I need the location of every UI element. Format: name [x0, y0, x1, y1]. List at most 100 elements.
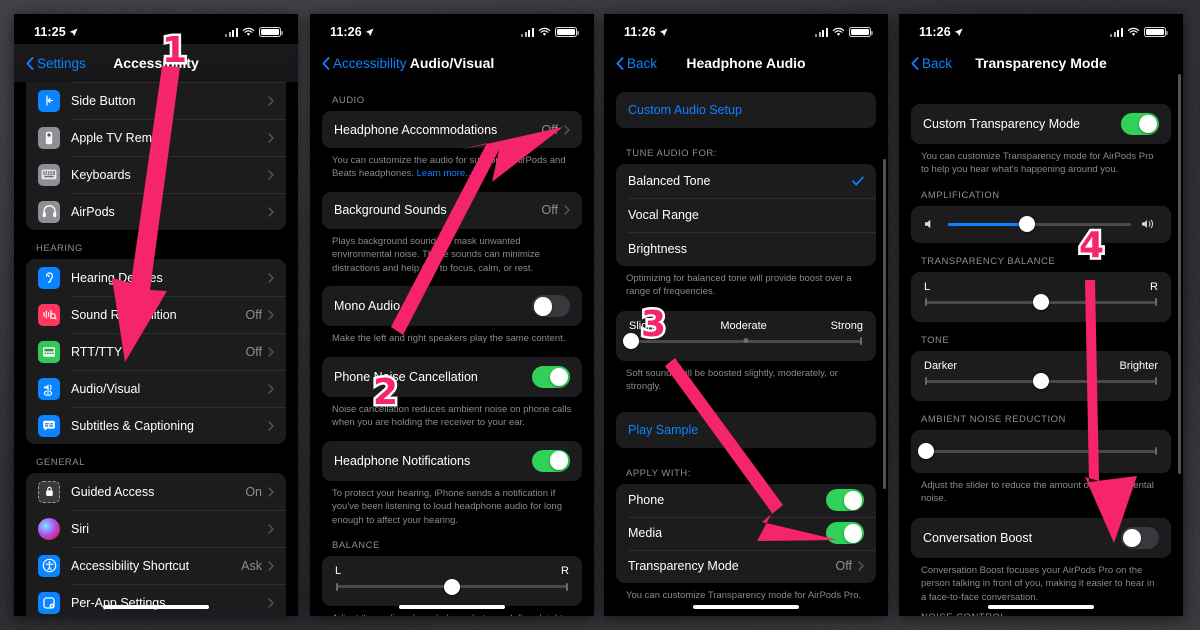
chevron-right-icon	[858, 561, 864, 572]
sidebar-item-apple-tv-remote[interactable]: Apple TV Remote	[26, 119, 286, 156]
sidebar-item-keyboards[interactable]: Keyboards	[26, 156, 286, 193]
sidebar-item-subtitles-captioning[interactable]: Subtitles & Captioning	[26, 407, 286, 444]
per-app-settings-icon	[38, 591, 60, 614]
section-header-apply-with: APPLY WITH:	[626, 467, 691, 479]
tone-left-label: Darker	[924, 359, 958, 372]
sidebar-item-accessibility-shortcut[interactable]: Accessibility Shortcut Ask	[26, 547, 286, 584]
row-background-sounds[interactable]: Background Sounds Off	[322, 191, 582, 229]
headphone-notifications-toggle[interactable]	[532, 449, 570, 472]
chevron-left-icon	[322, 56, 330, 70]
settings-list: Custom Transparency Mode You can customi…	[899, 82, 1183, 616]
transparency-balance-slider-track[interactable]	[925, 294, 1157, 311]
conversation-boost-toggle[interactable]	[1121, 526, 1159, 549]
sidebar-item-audio-visual[interactable]: Audio/Visual	[26, 370, 286, 407]
chevron-right-icon	[268, 560, 274, 571]
row-label: Custom Transparency Mode	[923, 117, 1081, 131]
airpods-icon	[38, 200, 60, 223]
section-header-transparency-balance: TRANSPARENCY BALANCE	[921, 255, 1056, 267]
row-label: Audio/Visual	[71, 381, 141, 396]
sidebar-item-siri[interactable]: Siri	[26, 510, 286, 547]
apply-with-group: Phone Media Transparency Mode Off	[616, 483, 876, 583]
step-badge-3: 3	[638, 304, 668, 345]
tune-option-brightness[interactable]: Brightness	[616, 232, 876, 266]
section-header-audio: AUDIO	[332, 95, 365, 106]
step-badge-4: 4	[1076, 225, 1106, 266]
keyboard-icon	[38, 163, 60, 186]
back-label: Back	[922, 55, 953, 71]
back-button[interactable]: Accessibility	[322, 56, 407, 71]
row-mono-audio: Mono Audio	[322, 286, 582, 327]
sidebar-item-hearing-devices[interactable]: Hearing Devices	[26, 259, 286, 296]
media-apply-toggle[interactable]	[826, 522, 864, 545]
battery-icon	[849, 26, 873, 38]
hearing-devices-icon	[38, 266, 60, 289]
cellular-bars-icon	[224, 27, 238, 37]
phone-apply-toggle[interactable]	[826, 489, 864, 512]
walkthrough-canvas: 11:25 Settings Accessibility Side Button…	[0, 0, 1200, 630]
back-button[interactable]: Settings	[26, 56, 86, 71]
sidebar-item-airpods[interactable]: AirPods	[26, 193, 286, 230]
cellular-bars-icon	[520, 27, 534, 37]
row-label: Balanced Tone	[628, 174, 711, 188]
guided-access-icon	[38, 480, 60, 503]
tb-right-label: R	[1150, 280, 1158, 293]
amplification-slider-thumb[interactable]	[1018, 216, 1035, 233]
scroll-indicator[interactable]	[883, 159, 886, 489]
tune-option-balanced-tone[interactable]: Balanced Tone	[616, 164, 876, 198]
ambient-slider-card	[911, 429, 1171, 473]
balance-slider-thumb[interactable]	[444, 578, 460, 595]
back-button[interactable]: Back	[616, 56, 657, 71]
learn-more-link[interactable]: Learn more...	[417, 168, 474, 179]
balance-slider-track[interactable]	[336, 578, 568, 595]
rtt-tty-icon	[38, 340, 60, 363]
row-label: Brightness	[628, 242, 688, 256]
status-bar: 11:26	[604, 14, 888, 44]
back-button[interactable]: Back	[911, 56, 952, 71]
back-label: Settings	[37, 55, 86, 71]
footnote-mono-audio: Make the left and right speakers play th…	[332, 333, 566, 345]
ambient-slider-track[interactable]	[918, 443, 1157, 460]
custom-audio-setup-card[interactable]: Custom Audio Setup	[616, 92, 876, 128]
settings-group-top: Side Button Apple TV Remote Keyboards Ai…	[26, 82, 286, 230]
home-indicator	[693, 604, 799, 609]
scroll-indicator[interactable]	[1178, 74, 1181, 474]
settings-list: AUDIO Headphone Accommodations Off You c…	[310, 82, 594, 616]
row-value: Off	[245, 307, 262, 322]
tune-option-vocal-range[interactable]: Vocal Range	[616, 198, 876, 232]
row-transparency-mode[interactable]: Transparency Mode Off	[616, 549, 876, 583]
row-phone-noise-cancellation: Phone Noise Cancellation	[322, 356, 582, 397]
transparency-balance-slider-card: L R	[911, 271, 1171, 322]
sidebar-item-side-button[interactable]: Side Button	[26, 82, 286, 119]
apple-tv-remote-icon	[38, 126, 60, 149]
section-header-balance: BALANCE	[332, 540, 380, 552]
row-label: Side Button	[71, 93, 136, 108]
play-sample-card[interactable]: Play Sample	[616, 411, 876, 448]
location-arrow-icon	[954, 27, 963, 36]
chevron-right-icon	[268, 420, 274, 431]
mono-audio-toggle[interactable]	[532, 295, 570, 318]
row-label: Sound Recognition	[71, 307, 177, 322]
phone-noise-cancellation-toggle[interactable]	[532, 365, 570, 388]
nav-bar: Back Headphone Audio	[604, 44, 888, 82]
footnote-background-sounds: Plays background sounds to mask unwanted…	[332, 235, 540, 274]
ambient-slider-thumb[interactable]	[918, 443, 934, 460]
nav-bar: Settings Accessibility	[14, 44, 298, 82]
status-time: 11:26	[624, 25, 656, 39]
sidebar-item-rtt-tty[interactable]: RTT/TTY Off	[26, 333, 286, 370]
tone-slider-thumb[interactable]	[1033, 373, 1049, 390]
row-label: Headphone Notifications	[334, 453, 471, 468]
row-headphone-accommodations[interactable]: Headphone Accommodations Off	[322, 111, 582, 148]
status-time: 11:25	[34, 25, 66, 39]
checkmark-icon	[852, 176, 864, 186]
chevron-right-icon	[268, 132, 274, 143]
row-value: Off	[541, 122, 558, 137]
sidebar-item-guided-access[interactable]: Guided Access On	[26, 473, 286, 510]
row-conversation-boost: Conversation Boost	[911, 517, 1171, 558]
strength-slider-thumb[interactable]	[623, 333, 639, 350]
sidebar-item-per-app-settings[interactable]: Per-App Settings	[26, 584, 286, 616]
transparency-balance-slider-thumb[interactable]	[1033, 294, 1049, 311]
tone-slider-track[interactable]	[925, 373, 1157, 390]
custom-transparency-mode-toggle[interactable]	[1121, 113, 1159, 135]
row-label: Transparency Mode	[628, 559, 739, 574]
sidebar-item-sound-recognition[interactable]: Sound Recognition Off	[26, 296, 286, 333]
